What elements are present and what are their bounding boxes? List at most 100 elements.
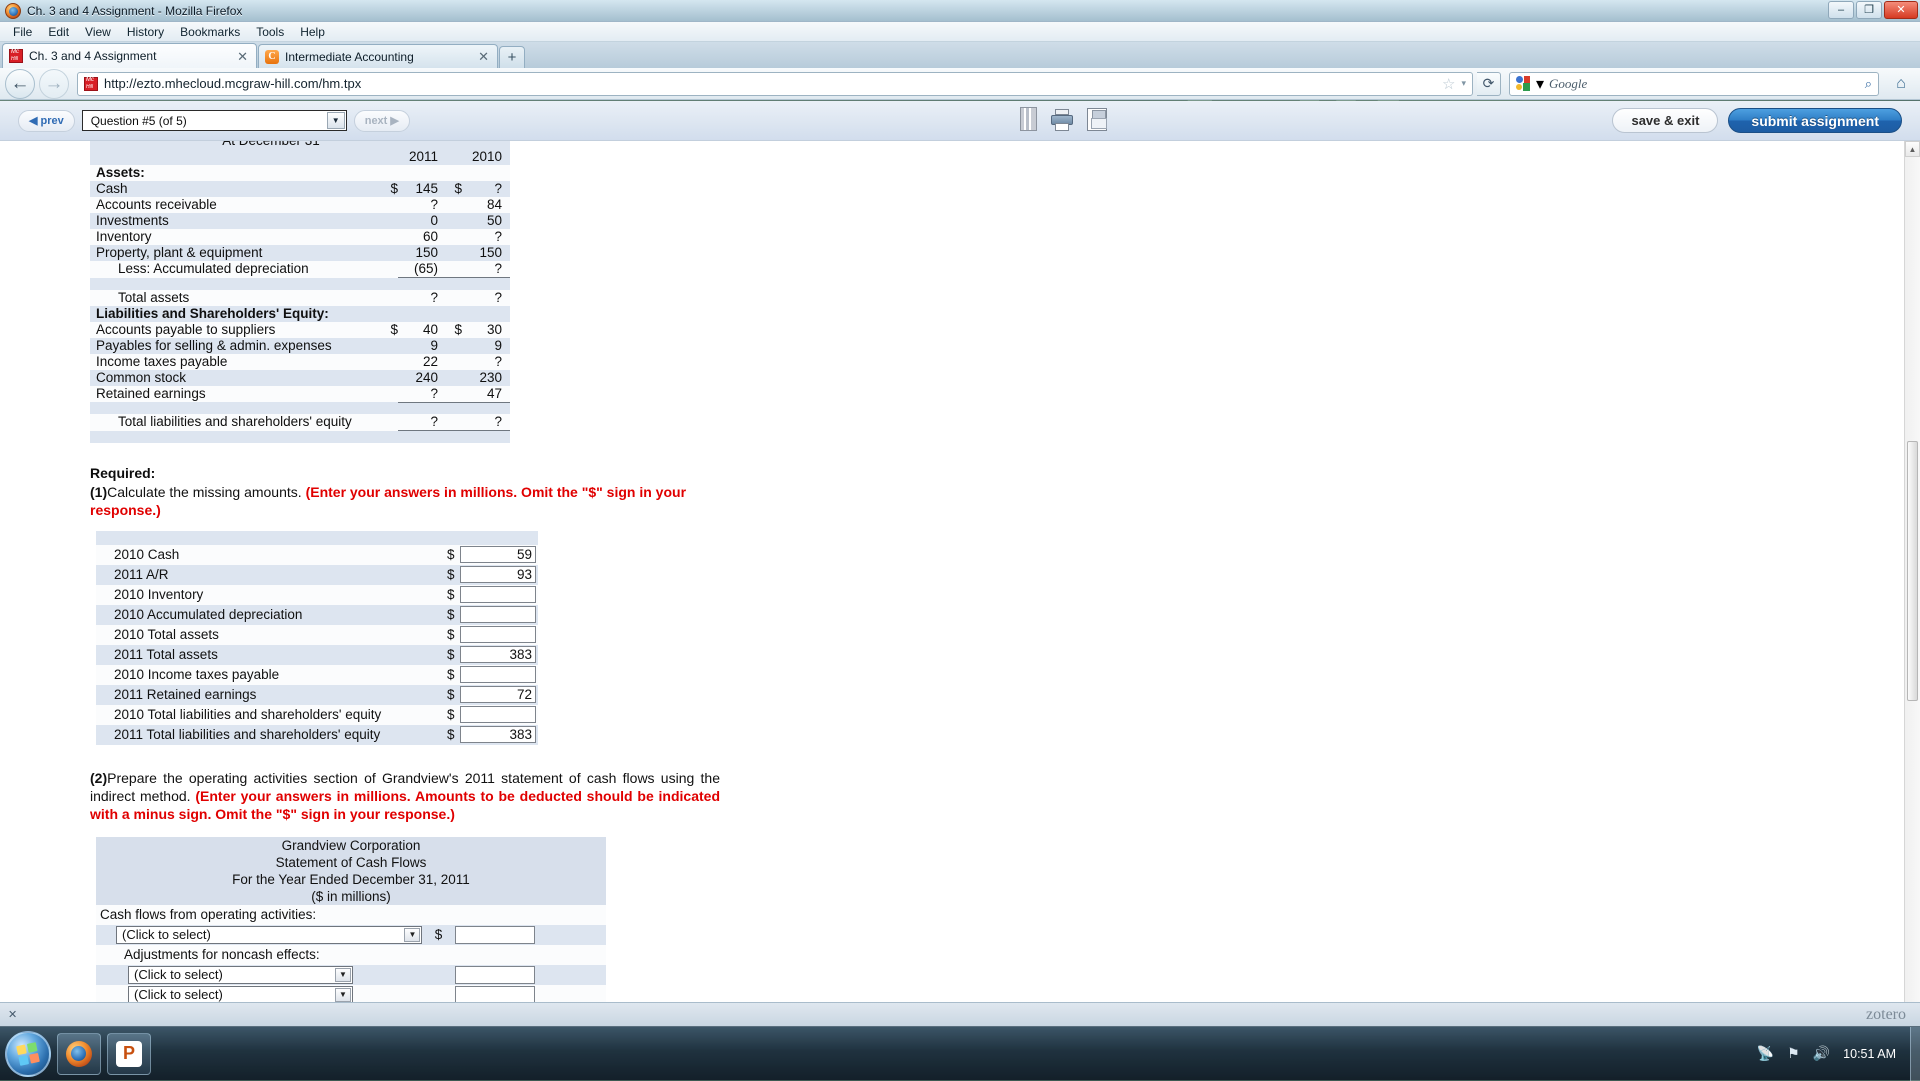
menu-item-view[interactable]: View [78,24,118,40]
answer-input-2010-total-liabilities-equity[interactable] [460,706,536,723]
chevron-down-icon[interactable]: ▼ [404,928,420,942]
cfs-amount-input-adjustment-2[interactable] [455,986,535,1004]
window-title: Ch. 3 and 4 Assignment - Mozilla Firefox [27,4,242,18]
save-icon[interactable] [1087,108,1107,131]
zotero-label[interactable]: zotero [1866,1006,1906,1024]
scroll-up-icon[interactable]: ▲ [1905,141,1920,157]
cfs-select-adjustment-1[interactable]: (Click to select) ▼ [128,966,353,984]
print-icon[interactable] [1051,109,1073,131]
answer-input-2010-total-assets[interactable] [460,626,536,643]
tab-close-icon[interactable]: ✕ [237,50,248,63]
cfs-row-adjustment-1: (Click to select) ▼ [96,965,606,985]
cfs-select-net-income[interactable]: (Click to select) ▼ [116,926,422,944]
question-selector[interactable]: Question #5 (of 5) ▼ [82,110,347,131]
missing-amounts-answer-table: 2010 Cash$59 2011 A/R$93 2010 Inventory$… [96,531,538,745]
total-rule-row [90,431,510,443]
answer-input-2010-income-taxes-payable[interactable] [460,666,536,683]
answer-input-2010-cash[interactable]: 59 [460,546,536,563]
page-scrollbar[interactable]: ▲ ▼ [1904,141,1920,1026]
close-button[interactable]: ✕ [1884,1,1918,19]
answer-input-2011-retained-earnings[interactable]: 72 [460,686,536,703]
ebook-icon[interactable] [1020,107,1037,131]
chevron-down-icon[interactable]: ▼ [335,968,351,982]
table-row: Less: Accumulated depreciation(65)? [90,261,510,278]
menu-item-bookmarks[interactable]: Bookmarks [173,24,247,40]
balance-sheet-caption: At December 31 [90,141,446,149]
site-favicon-icon [84,77,98,91]
answer-input-2010-inventory[interactable] [460,586,536,603]
table-row: Income taxes payable22? [90,354,510,370]
home-button[interactable]: ⌂ [1887,71,1915,97]
table-row: Investments050 [90,213,510,229]
balance-sheet-year-header-row: 2011 2010 [90,149,510,165]
row-label: Retained earnings [90,386,382,403]
menu-item-help[interactable]: Help [293,24,332,40]
cfs-period: For the Year Ended December 31, 2011 [96,871,606,888]
network-icon[interactable]: 📡 [1757,1045,1774,1062]
dollar-sign: $ [446,705,460,725]
cfs-row-net-income: (Click to select) ▼ $ [96,925,606,945]
next-question-button[interactable]: next ▶ [354,110,410,132]
cfs-select-adjustment-2[interactable]: (Click to select) ▼ [128,986,353,1004]
show-desktop-button[interactable] [1910,1027,1920,1081]
answer-input-2011-ar[interactable]: 93 [460,566,536,583]
chevron-down-icon[interactable]: ▼ [335,988,351,1002]
menu-item-file[interactable]: File [6,24,39,40]
row-value-2011: 22 [398,354,446,370]
required-part-2: (2)Prepare the operating activities sect… [90,769,720,823]
answer-input-2011-total-assets[interactable]: 383 [460,646,536,663]
taskbar-item-firefox[interactable] [57,1033,101,1075]
close-icon[interactable]: ✕ [8,1008,17,1021]
tab-close-icon[interactable]: ✕ [478,50,489,63]
taskbar-clock[interactable]: 10:51 AM [1843,1047,1896,1061]
maximize-button[interactable]: ❐ [1856,1,1882,19]
scrollbar-thumb[interactable] [1907,441,1918,701]
new-tab-button[interactable]: + [499,46,525,68]
window-titlebar: Ch. 3 and 4 Assignment - Mozilla Firefox… [0,0,1920,22]
volume-icon[interactable]: 🔊 [1813,1045,1830,1062]
cfs-title-row-2: Statement of Cash Flows [96,854,606,871]
chevron-down-icon[interactable]: ▼ [327,112,345,129]
row-value-2010: ? [462,290,510,306]
cfs-amount-input-net-income[interactable] [455,926,535,944]
row-value-2011: ? [398,197,446,213]
taskbar-item-powerpoint[interactable]: P [107,1033,151,1075]
cfs-company-name: Grandview Corporation [96,837,606,854]
tab-assignment[interactable]: Ch. 3 and 4 Assignment ✕ [2,43,257,68]
search-icon[interactable]: ⌕ [1865,76,1872,92]
row-value-2011: 40 [398,322,446,338]
prev-question-button[interactable]: ◀ prev [18,110,75,132]
start-button[interactable] [5,1031,51,1077]
answer-row-label: 2011 Retained earnings [96,685,446,705]
left-arrow-icon: ◀ [29,114,37,127]
submit-assignment-button[interactable]: submit assignment [1728,108,1902,133]
chevron-down-icon[interactable]: ▾ [1536,74,1544,94]
dollar-sign: $ [446,565,460,585]
menu-item-tools[interactable]: Tools [249,24,291,40]
tab-strip: Ch. 3 and 4 Assignment ✕ C Intermediate … [0,42,1920,68]
back-button[interactable]: ← [5,69,35,99]
balance-sheet-body: At December 31 2011 2010 Assets: Cash$14… [90,141,510,443]
forward-button[interactable]: → [39,69,69,99]
row-label: Accounts payable to suppliers [90,322,382,338]
bookmark-star-icon[interactable]: ☆ [1442,75,1455,93]
reload-button[interactable]: ⟳ [1477,72,1501,96]
search-bar[interactable]: ▾ Google ⌕ [1509,72,1879,96]
part-number: (1) [90,484,107,500]
menu-item-history[interactable]: History [120,24,171,40]
search-engine-label: Google [1549,76,1587,92]
save-and-exit-button[interactable]: save & exit [1612,108,1718,133]
row-label: Common stock [90,370,382,386]
table-row: Total liabilities and shareholders' equi… [90,414,510,431]
answer-input-2010-accumulated-depreciation[interactable] [460,606,536,623]
flag-icon[interactable]: ⚑ [1787,1045,1800,1062]
table-row: Accounts receivable?84 [90,197,510,213]
minimize-button[interactable]: – [1828,1,1854,19]
menu-item-edit[interactable]: Edit [41,24,76,40]
row-value-2011: 150 [398,245,446,261]
tab-intermediate-accounting[interactable]: C Intermediate Accounting ✕ [258,44,498,68]
answer-input-2011-total-liabilities-equity[interactable]: 383 [460,726,536,743]
chevron-down-icon[interactable]: ▾ [1461,78,1466,89]
address-bar[interactable]: http://ezto.mhecloud.mcgraw-hill.com/hm.… [77,72,1473,96]
cfs-amount-input-adjustment-1[interactable] [455,966,535,984]
